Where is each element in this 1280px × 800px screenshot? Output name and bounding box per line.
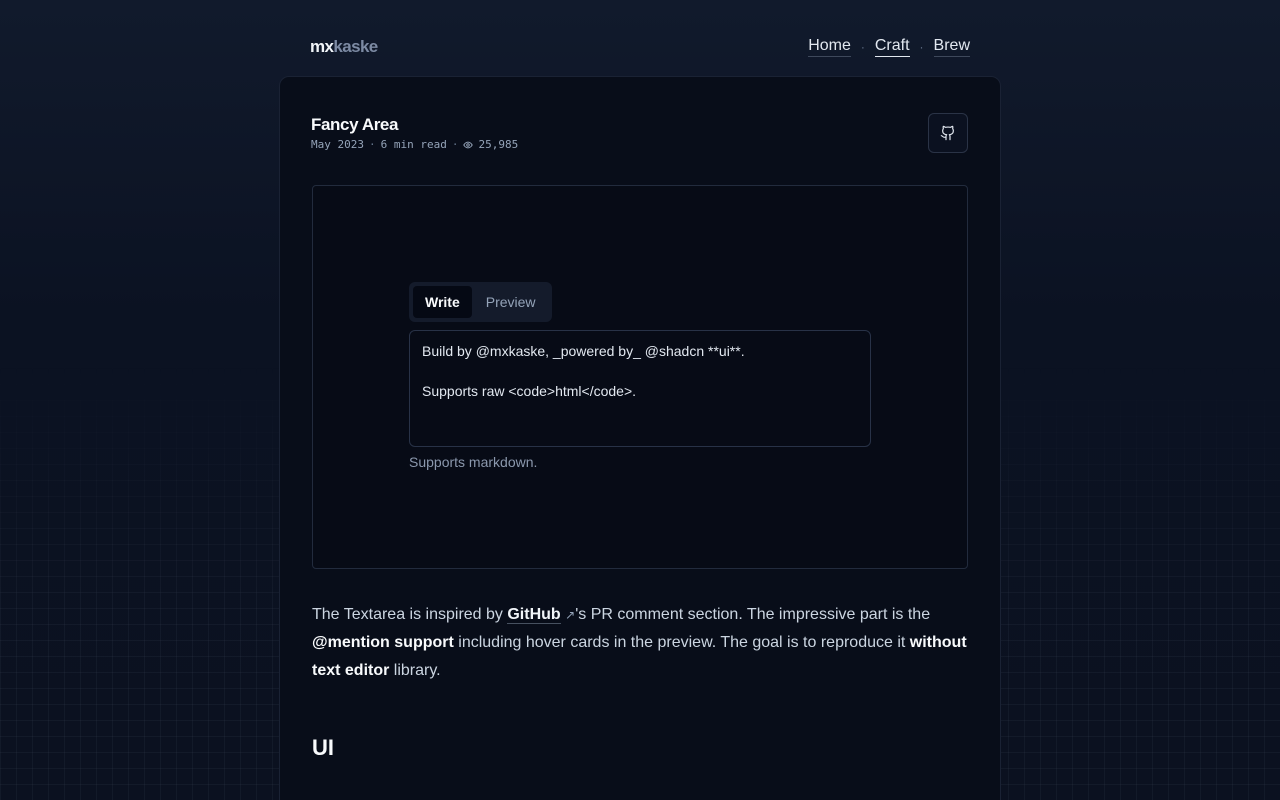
textarea-hint: Supports markdown. xyxy=(409,454,538,470)
demo-preview-frame: Write Preview Build by @mxkaske, _powere… xyxy=(312,185,968,569)
nav-brew-link[interactable]: Brew xyxy=(933,37,970,57)
prose-text: 's PR comment section. The impressive pa… xyxy=(575,606,931,623)
article-views: 25,985 xyxy=(478,138,519,151)
article-meta: May 2023 · 6 min read · 25,985 xyxy=(311,138,518,151)
site-header: mxkaske Home · Craft · Brew xyxy=(310,36,970,58)
prose-text: The Textarea is inspired by xyxy=(312,606,508,623)
external-link-icon: ↗ xyxy=(565,608,576,622)
meta-separator: · xyxy=(368,138,376,151)
markdown-textarea[interactable]: Build by @mxkaske, _powered by_ @shadcn … xyxy=(409,330,871,447)
editor-tabs: Write Preview xyxy=(409,282,552,322)
main-nav: Home · Craft · Brew xyxy=(808,37,970,57)
prose-bold: @mention support xyxy=(312,634,454,651)
prose-text: library. xyxy=(389,662,441,679)
tab-write[interactable]: Write xyxy=(413,286,472,318)
section-heading-ui: UI xyxy=(312,735,334,760)
nav-craft-link[interactable]: Craft xyxy=(874,37,910,57)
meta-separator: · xyxy=(451,138,459,151)
github-icon xyxy=(940,125,954,141)
logo-part-kaske: kaske xyxy=(333,37,378,56)
logo-part-mx: mx xyxy=(310,37,334,56)
article-card: Fancy Area May 2023 · 6 min read · 25,98… xyxy=(279,76,1001,800)
github-link[interactable]: GitHub xyxy=(507,606,561,624)
nav-separator: · xyxy=(860,40,865,54)
github-button[interactable] xyxy=(928,113,968,153)
article-paragraph: The Textarea is inspired by GitHub ↗'s P… xyxy=(312,601,972,685)
prose-text: including hover cards in the preview. Th… xyxy=(453,634,910,651)
article-title: Fancy Area xyxy=(311,115,399,134)
site-logo[interactable]: mxkaske xyxy=(310,37,378,57)
nav-separator: · xyxy=(919,40,924,54)
article-read-time: 6 min read xyxy=(380,138,447,151)
textarea-line: Supports raw <code>html</code>. xyxy=(422,383,637,399)
eye-icon xyxy=(463,141,474,148)
article-date: May 2023 xyxy=(311,138,364,151)
tab-preview[interactable]: Preview xyxy=(474,286,548,318)
nav-home-link[interactable]: Home xyxy=(808,37,851,57)
textarea-line: Build by @mxkaske, _powered by_ @shadcn … xyxy=(422,343,745,359)
